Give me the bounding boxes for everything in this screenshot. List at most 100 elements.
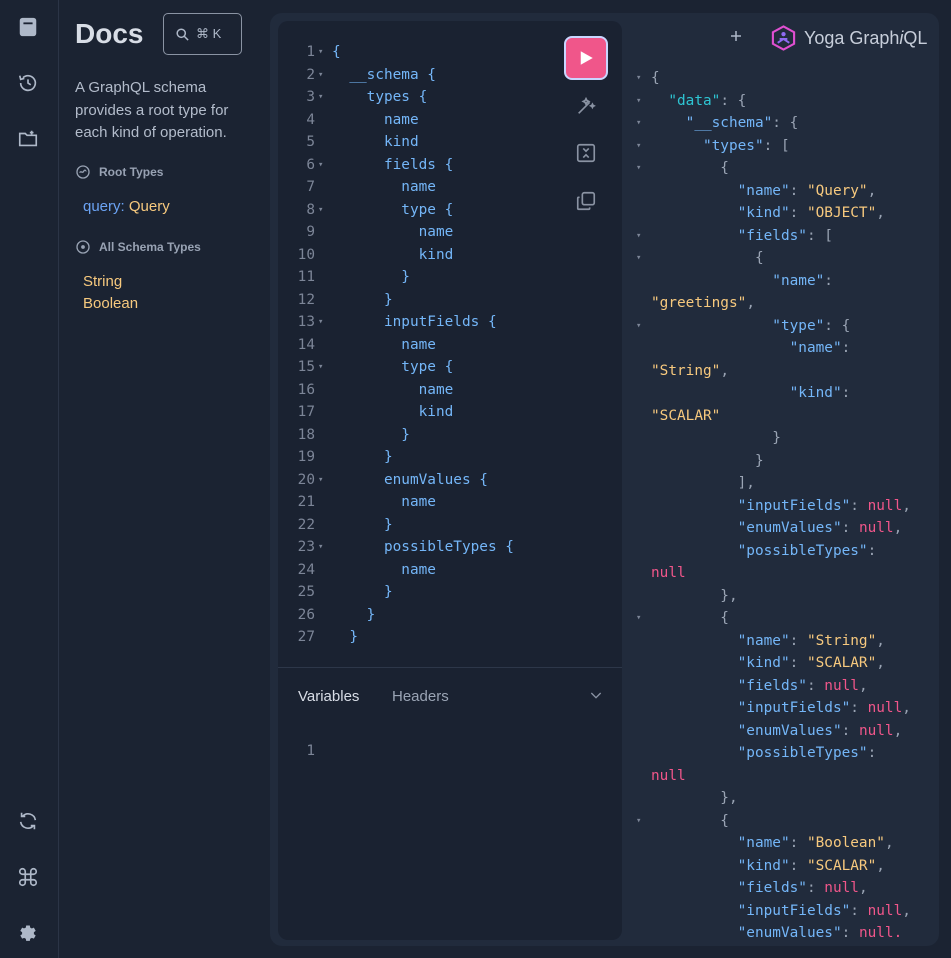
- result-token: ,: [893, 520, 903, 536]
- result-line: "name":: [635, 270, 945, 293]
- code-line[interactable]: 1 ▾ {: [278, 41, 558, 64]
- result-text: "kind": "SCALAR",: [651, 652, 885, 675]
- history-icon[interactable]: [14, 69, 42, 97]
- query-editor[interactable]: 1 ▾{2 ▾ __schema {3 ▾ types {4 name 5 kind 6 ▾…: [278, 21, 622, 940]
- code-line[interactable]: 3 ▾ types {: [278, 86, 558, 109]
- fold-toggle-icon[interactable]: ▾: [636, 157, 641, 180]
- fold-toggle-icon[interactable]: ▾: [318, 311, 323, 334]
- code-line[interactable]: 18 }: [278, 424, 558, 447]
- merge-fragments-button[interactable]: [573, 140, 599, 166]
- result-text: "enumValues": null.: [651, 922, 903, 943]
- result-token: :: [806, 677, 825, 694]
- folder-plus-icon[interactable]: [14, 125, 42, 153]
- line-number: 13: [297, 314, 315, 330]
- fold-toggle-icon[interactable]: ▾: [318, 469, 323, 492]
- docs-book-icon[interactable]: [14, 13, 42, 41]
- result-line: "enumValues": null,: [635, 720, 945, 743]
- code-text: kind: [332, 404, 454, 420]
- result-text: ],: [651, 472, 755, 495]
- fold-toggle-icon[interactable]: ▾: [318, 154, 323, 177]
- tab-headers[interactable]: Headers: [392, 688, 449, 705]
- copy-query-button[interactable]: [573, 188, 599, 214]
- result-line: "fields": null,: [635, 877, 945, 900]
- code-line[interactable]: 25 }: [278, 581, 558, 604]
- fold-toggle-icon[interactable]: ▾: [636, 315, 641, 338]
- code-line[interactable]: 19 }: [278, 446, 558, 469]
- code-line[interactable]: 26 }: [278, 604, 558, 627]
- fold-toggle-icon[interactable]: ▾: [318, 64, 323, 87]
- code-line[interactable]: 10 kind: [278, 244, 558, 267]
- tab-variables[interactable]: Variables: [298, 688, 359, 705]
- root-type-query[interactable]: query: Query: [83, 198, 170, 215]
- result-token: :: [850, 902, 868, 919]
- result-token: [651, 205, 738, 221]
- chevron-down-icon[interactable]: [588, 687, 604, 703]
- root-types-icon: [76, 165, 90, 179]
- fold-toggle-icon[interactable]: ▾: [636, 90, 641, 113]
- root-types-heading: Root Types: [75, 164, 163, 180]
- result-token: :: [841, 722, 859, 739]
- code-line[interactable]: 7 name: [278, 176, 558, 199]
- schema-type-string[interactable]: String: [83, 273, 122, 290]
- result-token: "kind": [737, 655, 790, 671]
- refresh-icon[interactable]: [14, 807, 42, 835]
- code-line[interactable]: 23 ▾ possibleTypes {: [278, 536, 558, 559]
- fold-toggle-icon[interactable]: ▾: [318, 199, 323, 222]
- response-viewer[interactable]: ▾{▾ "data": {▾ "__schema": {▾ "types": […: [635, 67, 945, 943]
- code-line[interactable]: 21 name: [278, 491, 558, 514]
- code-line[interactable]: 27 }: [278, 626, 558, 649]
- result-text: }: [651, 427, 781, 450]
- result-line: null: [635, 562, 945, 585]
- code-line[interactable]: 17 kind: [278, 401, 558, 424]
- code-line[interactable]: 22 }: [278, 514, 558, 537]
- fold-toggle-icon[interactable]: ▾: [318, 356, 323, 379]
- fold-toggle-icon[interactable]: ▾: [636, 225, 641, 248]
- query-code[interactable]: 1 ▾{2 ▾ __schema {3 ▾ types {4 name 5 kind 6 ▾…: [278, 41, 558, 649]
- result-text: },: [651, 585, 737, 608]
- fold-toggle-icon[interactable]: ▾: [318, 536, 323, 559]
- code-line[interactable]: 4 name: [278, 109, 558, 132]
- execute-query-button[interactable]: [564, 36, 608, 80]
- docs-search-button[interactable]: ⌘ K: [163, 13, 242, 55]
- fold-toggle-icon[interactable]: ▾: [636, 112, 641, 135]
- result-token: :: [806, 880, 825, 896]
- prettify-button[interactable]: [573, 93, 599, 119]
- result-token: "Query": [806, 182, 868, 199]
- code-line[interactable]: 15 ▾ type {: [278, 356, 558, 379]
- code-line[interactable]: 2 ▾ __schema {: [278, 64, 558, 87]
- line-number: 23: [297, 539, 315, 555]
- code-line[interactable]: 24 name: [278, 559, 558, 582]
- fold-toggle-icon[interactable]: ▾: [636, 67, 641, 90]
- result-token: [651, 835, 738, 851]
- result-line: }: [635, 427, 945, 450]
- add-tab-button[interactable]: [728, 28, 744, 44]
- code-line[interactable]: 8 ▾ type {: [278, 199, 558, 222]
- code-line[interactable]: 11 }: [278, 266, 558, 289]
- fold-toggle-icon[interactable]: ▾: [636, 247, 641, 270]
- fold-toggle-icon[interactable]: ▾: [636, 810, 641, 833]
- settings-gear-icon[interactable]: [14, 919, 42, 947]
- code-line[interactable]: 20 ▾ enumValues {: [278, 469, 558, 492]
- code-text: name: [332, 179, 436, 195]
- line-number: 10: [297, 246, 315, 263]
- code-line[interactable]: 13 ▾ inputFields {: [278, 311, 558, 334]
- result-token: null: [867, 700, 903, 716]
- code-line[interactable]: 5 kind: [278, 131, 558, 154]
- fold-toggle-icon[interactable]: ▾: [318, 86, 323, 109]
- root-type-field: query: [83, 198, 121, 215]
- command-icon[interactable]: [14, 863, 42, 891]
- code-line[interactable]: 12 }: [278, 289, 558, 312]
- code-line[interactable]: 9 name: [278, 221, 558, 244]
- result-line: "SCALAR": [635, 405, 945, 428]
- code-line[interactable]: 16 name: [278, 379, 558, 402]
- fold-toggle-icon[interactable]: ▾: [636, 135, 641, 158]
- schema-type-boolean[interactable]: Boolean: [83, 295, 138, 312]
- root-type-link[interactable]: Query: [129, 198, 170, 215]
- result-line: "kind": "OBJECT",: [635, 202, 945, 225]
- code-line[interactable]: 6 ▾ fields {: [278, 154, 558, 177]
- fold-toggle-icon[interactable]: ▾: [636, 607, 641, 630]
- code-line[interactable]: 14 name: [278, 334, 558, 357]
- fold-toggle-icon[interactable]: ▾: [318, 41, 323, 64]
- result-token: [651, 678, 738, 694]
- result-token: "enumValues": [737, 722, 842, 739]
